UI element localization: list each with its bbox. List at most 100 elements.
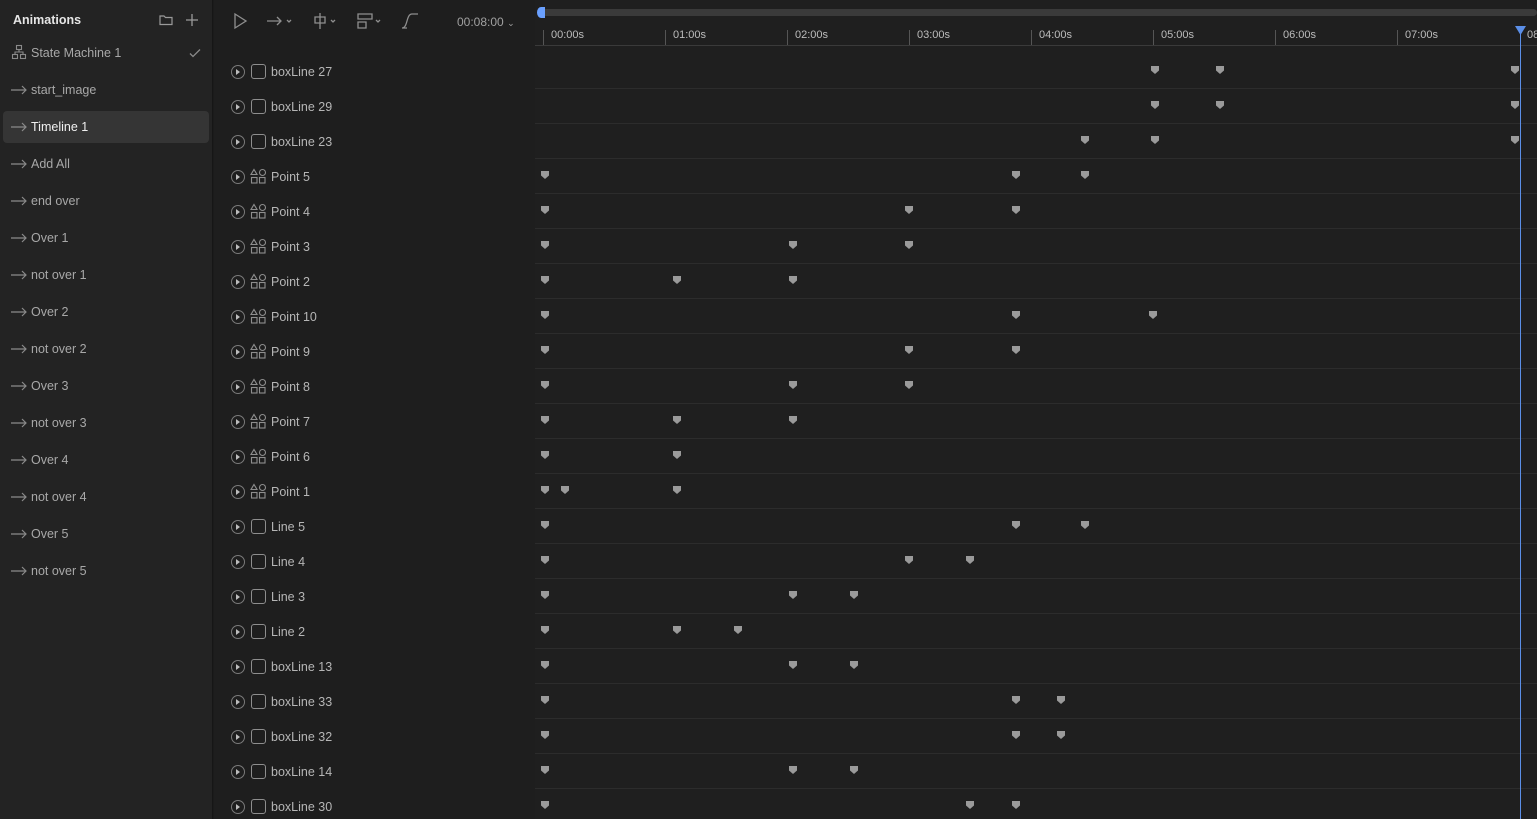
expand-icon[interactable]	[231, 590, 245, 604]
keyframe[interactable]	[1011, 310, 1021, 320]
easing-icon[interactable]	[400, 11, 420, 31]
loop-mode-icon[interactable]	[266, 11, 296, 31]
animation-item[interactable]: Over 3	[3, 370, 209, 402]
keyframe[interactable]	[540, 660, 550, 670]
keyframe-track[interactable]	[535, 719, 1537, 754]
keyframe[interactable]	[540, 520, 550, 530]
keyframe[interactable]	[904, 555, 914, 565]
keyframe[interactable]	[540, 310, 550, 320]
timeline-scrollbar[interactable]	[537, 7, 1537, 18]
keyframe-track[interactable]	[535, 89, 1537, 124]
keyframe[interactable]	[1056, 695, 1066, 705]
layer-row[interactable]: Point 6	[214, 439, 535, 474]
keyframe-track[interactable]	[535, 124, 1537, 159]
keyframe[interactable]	[1056, 730, 1066, 740]
expand-icon[interactable]	[231, 730, 245, 744]
keyframe[interactable]	[849, 660, 859, 670]
keyframe[interactable]	[1080, 170, 1090, 180]
timeline[interactable]: 00:00s 01:00s 02:00s 03:00s 04:00s 05:00s 06:0…	[535, 0, 1537, 819]
keyframe[interactable]	[788, 590, 798, 600]
keyframe[interactable]	[1215, 100, 1225, 110]
keyframe[interactable]	[1150, 100, 1160, 110]
keyframe-track[interactable]	[535, 369, 1537, 404]
keyframe[interactable]	[849, 590, 859, 600]
animation-item[interactable]: not over 1	[3, 259, 209, 291]
layer-row[interactable]: boxLine 13	[214, 649, 535, 684]
keyframe[interactable]	[540, 415, 550, 425]
keyframe-track[interactable]	[535, 159, 1537, 194]
expand-icon[interactable]	[231, 555, 245, 569]
keyframe[interactable]	[904, 205, 914, 215]
expand-icon[interactable]	[231, 415, 245, 429]
keyframe[interactable]	[1011, 695, 1021, 705]
layer-row[interactable]: boxLine 30	[214, 789, 535, 819]
keyframe[interactable]	[540, 485, 550, 495]
layer-row[interactable]: Line 4	[214, 544, 535, 579]
keyframe[interactable]	[1011, 345, 1021, 355]
keyframe[interactable]	[672, 415, 682, 425]
animation-item[interactable]: not over 4	[3, 481, 209, 513]
state-machine-item[interactable]: State Machine 1	[3, 37, 209, 69]
expand-icon[interactable]	[231, 310, 245, 324]
keyframe-track[interactable]	[535, 754, 1537, 789]
keyframe[interactable]	[672, 450, 682, 460]
time-readout[interactable]: 00:08:00 ⌄	[457, 15, 515, 29]
keyframe[interactable]	[540, 345, 550, 355]
expand-icon[interactable]	[231, 65, 245, 79]
expand-icon[interactable]	[231, 800, 245, 814]
keyframe[interactable]	[540, 765, 550, 775]
keyframe[interactable]	[788, 765, 798, 775]
expand-icon[interactable]	[231, 695, 245, 709]
keyframe[interactable]	[540, 240, 550, 250]
keyframe-track[interactable]	[535, 474, 1537, 509]
animation-item[interactable]: Timeline 1	[3, 111, 209, 143]
keyframe[interactable]	[1215, 65, 1225, 75]
animation-item[interactable]: not over 2	[3, 333, 209, 365]
keyframe[interactable]	[540, 380, 550, 390]
layer-row[interactable]: Line 2	[214, 614, 535, 649]
layer-row[interactable]: boxLine 33	[214, 684, 535, 719]
add-animation-icon[interactable]	[183, 11, 201, 29]
keyframe[interactable]	[1080, 520, 1090, 530]
keyframe[interactable]	[672, 485, 682, 495]
layer-row[interactable]: boxLine 27	[214, 54, 535, 89]
keyframe[interactable]	[1150, 135, 1160, 145]
keyframe[interactable]	[788, 240, 798, 250]
layer-row[interactable]: boxLine 29	[214, 89, 535, 124]
keyframe[interactable]	[540, 555, 550, 565]
keyframe[interactable]	[1150, 65, 1160, 75]
expand-icon[interactable]	[231, 100, 245, 114]
keyframe-track[interactable]	[535, 404, 1537, 439]
keyframe[interactable]	[1510, 100, 1520, 110]
keyframe-track[interactable]	[535, 54, 1537, 89]
keyframe[interactable]	[672, 625, 682, 635]
expand-icon[interactable]	[231, 485, 245, 499]
keyframe[interactable]	[788, 415, 798, 425]
keyframe-track[interactable]	[535, 334, 1537, 369]
animation-item[interactable]: Over 5	[3, 518, 209, 550]
expand-icon[interactable]	[231, 170, 245, 184]
keyframe[interactable]	[788, 660, 798, 670]
keyframe-track[interactable]	[535, 439, 1537, 474]
keyframe[interactable]	[965, 555, 975, 565]
keyframe-track[interactable]	[535, 544, 1537, 579]
animation-item[interactable]: not over 5	[3, 555, 209, 587]
keyframe[interactable]	[1011, 730, 1021, 740]
keyframe[interactable]	[849, 765, 859, 775]
keyframe[interactable]	[1011, 170, 1021, 180]
keyframe[interactable]	[540, 800, 550, 810]
keyframe[interactable]	[540, 205, 550, 215]
keyframe-track[interactable]	[535, 229, 1537, 264]
animation-item[interactable]: Over 1	[3, 222, 209, 254]
keyframe-track[interactable]	[535, 509, 1537, 544]
keyframe[interactable]	[904, 240, 914, 250]
expand-icon[interactable]	[231, 345, 245, 359]
layer-row[interactable]: Point 10	[214, 299, 535, 334]
keyframe[interactable]	[1011, 800, 1021, 810]
keyframe[interactable]	[788, 380, 798, 390]
keyframe-track[interactable]	[535, 264, 1537, 299]
expand-icon[interactable]	[231, 765, 245, 779]
layer-row[interactable]: Line 5	[214, 509, 535, 544]
keyframe[interactable]	[540, 275, 550, 285]
keyframe[interactable]	[1011, 520, 1021, 530]
